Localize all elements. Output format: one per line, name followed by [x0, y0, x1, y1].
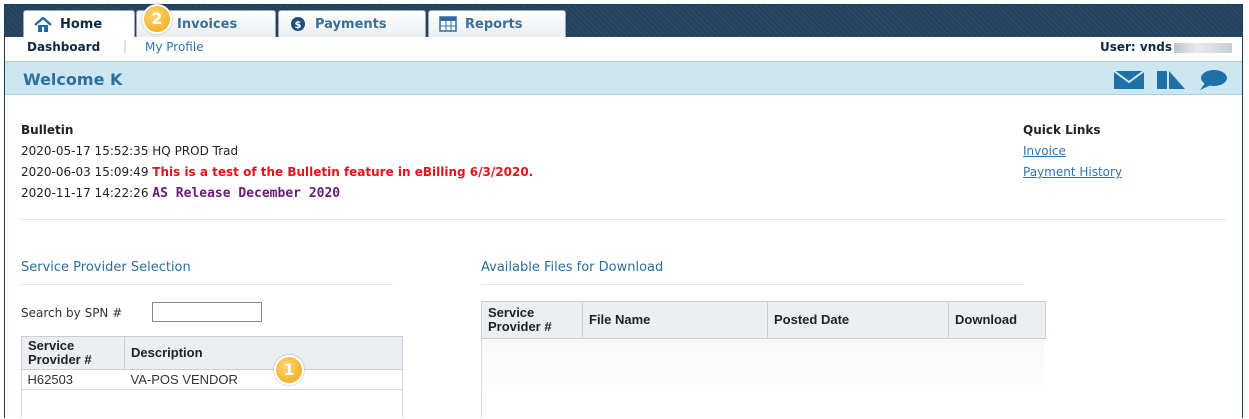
chat-icon[interactable] — [1198, 69, 1228, 95]
section-underline — [21, 284, 393, 285]
bulletin-timestamp: 2020-06-03 15:09:49 — [21, 165, 149, 179]
tab-invoices-label: Invoices — [177, 16, 238, 32]
column-header[interactable]: File Name — [582, 301, 768, 339]
tab-payments-label: Payments — [315, 16, 387, 32]
service-provider-title: Service Provider Selection — [21, 260, 191, 275]
user-label: User: vnds — [1099, 40, 1172, 54]
invoice-link[interactable]: Invoice — [1023, 141, 1122, 162]
spn-cell: H62503 — [21, 369, 125, 390]
description-cell: VA-POS VENDOR — [124, 369, 403, 390]
bulletin-entry: 2020-11-17 14:22:26 AS Release December … — [21, 183, 533, 204]
section-underline — [481, 284, 1024, 285]
table-row[interactable]: H62503 VA-POS VENDOR — [21, 369, 403, 390]
sub-navigation: Dashboard | My Profile User: vnds — [5, 37, 1242, 59]
service-provider-table: Service Provider # Description H62503 VA… — [21, 336, 403, 390]
section-divider — [21, 219, 1226, 220]
welcome-title: Welcome K — [23, 70, 123, 89]
grid-icon — [439, 16, 457, 32]
payment-history-link[interactable]: Payment History — [1023, 162, 1122, 183]
column-header[interactable]: Download — [948, 301, 1046, 339]
bulletin-text: This is a test of the Bulletin feature i… — [152, 165, 534, 179]
bulletin-timestamp: 2020-11-17 14:22:26 — [21, 186, 149, 200]
bulletin-section: Bulletin 2020-05-17 15:52:35 HQ PROD Tra… — [21, 120, 533, 204]
redacted-username — [1174, 42, 1232, 53]
tab-home[interactable]: Home — [23, 10, 135, 38]
nav-separator: | — [123, 39, 128, 53]
bulletin-entry: 2020-05-17 15:52:35 HQ PROD Trad — [21, 141, 533, 162]
page-icon[interactable] — [1157, 71, 1185, 93]
tab-reports[interactable]: Reports — [428, 10, 566, 37]
bulletin-text: HQ PROD Trad — [152, 144, 239, 158]
column-header[interactable]: Posted Date — [767, 301, 949, 339]
dollar-icon: $ — [289, 16, 307, 32]
files-table: Service Provider # File Name Posted Date… — [481, 301, 1046, 339]
dashboard-link[interactable]: Dashboard — [27, 40, 100, 54]
callout-marker: 1 — [274, 355, 304, 385]
column-header[interactable]: Description — [124, 336, 403, 370]
my-profile-link[interactable]: My Profile — [145, 40, 204, 54]
files-title: Available Files for Download — [481, 260, 664, 275]
quick-links: Quick Links Invoice Payment History — [1023, 120, 1122, 183]
search-spn-label: Search by SPN # — [21, 306, 123, 320]
app-frame: Home Invoices $ Payments Reports Dashboa… — [4, 4, 1243, 418]
files-empty-area — [482, 337, 1044, 397]
callout-marker: 2 — [142, 4, 172, 34]
welcome-bar: Welcome K — [5, 61, 1242, 95]
bulletin-timestamp: 2020-05-17 15:52:35 — [21, 144, 149, 158]
tab-payments[interactable]: $ Payments — [278, 10, 426, 37]
user-info: User: vnds — [1100, 40, 1232, 54]
tab-bar: Home Invoices $ Payments Reports — [5, 5, 1242, 38]
bulletin-heading: Bulletin — [21, 123, 74, 137]
bulletin-entry: 2020-06-03 15:09:49 This is a test of th… — [21, 162, 533, 183]
mail-icon[interactable] — [1113, 70, 1145, 93]
quick-links-heading: Quick Links — [1023, 123, 1101, 137]
bulletin-text: AS Release December 2020 — [152, 186, 341, 201]
column-header[interactable]: Service Provider # — [21, 336, 125, 370]
svg-text:$: $ — [295, 20, 302, 31]
tab-reports-label: Reports — [465, 16, 523, 32]
tab-home-label: Home — [60, 17, 103, 32]
search-spn-input[interactable] — [152, 302, 262, 322]
column-header[interactable]: Service Provider # — [481, 301, 583, 339]
home-icon — [34, 15, 52, 33]
